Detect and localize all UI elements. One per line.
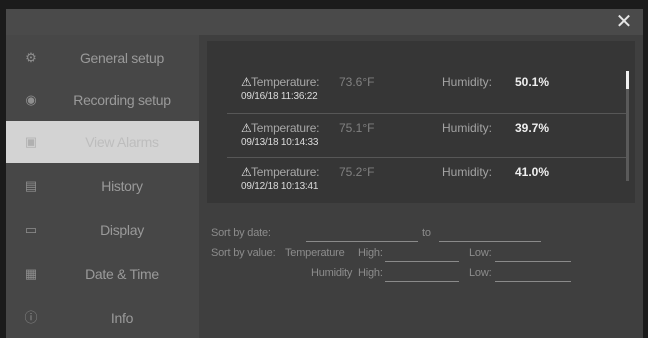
sidebar-item-general-setup[interactable]: ⚙ General setup (6, 39, 199, 77)
sidebar-item-info[interactable]: ⓘ Info (6, 299, 199, 337)
sidebar: ⚙ General setup ◉ Recording setup ▣ View… (6, 35, 199, 338)
sidebar-item-view-alarms[interactable]: ▣ View Alarms (6, 121, 199, 163)
humidity-value: 41.0% (515, 165, 550, 179)
humidity-filter-label: Humidity (311, 267, 353, 279)
divider (227, 157, 629, 158)
settings-window: ✕ ⚙ General setup ◉ Recording setup ▣ Vi… (6, 9, 643, 338)
sidebar-item-label: Date & Time (85, 266, 159, 282)
sidebar-item-date-time[interactable]: ▦ Date & Time (6, 255, 199, 293)
date-to-input[interactable] (439, 225, 541, 242)
temperature-high-label: High: (358, 247, 383, 259)
sort-by-value-label: Sort by value: (211, 247, 276, 259)
to-label: to (422, 227, 431, 239)
list-item[interactable]: ⚠ Temperature: 75.1°F Humidity: 39.7% 09… (207, 117, 617, 157)
sidebar-item-label: General setup (79, 50, 165, 66)
humidity-high-input[interactable] (385, 265, 459, 282)
humidity-label: Humidity: (442, 165, 493, 179)
sort-by-date-label: Sort by date: (211, 227, 271, 239)
temperature-low-input[interactable] (495, 245, 571, 262)
humidity-label: Humidity: (442, 121, 493, 135)
temperature-value: 75.1°F (339, 121, 375, 135)
list-item[interactable]: ⚠ Temperature: 75.2°F Humidity: 41.0% 09… (207, 161, 617, 201)
scroll-thumb[interactable] (626, 71, 629, 89)
gear-icon: ⚙ (25, 50, 37, 65)
sort-filters: Sort by date: to Sort by value: Temperat… (199, 221, 643, 311)
record-icon: ◉ (25, 92, 37, 107)
sidebar-item-label: Display (100, 222, 144, 238)
alarm-icon: ▣ (24, 134, 38, 149)
list-item[interactable]: ⚠ Temperature: 73.6°F Humidity: 50.1% 09… (207, 71, 617, 111)
temperature-label: Temperature: (251, 75, 320, 89)
temperature-value: 75.2°F (339, 165, 375, 179)
date-from-input[interactable] (306, 225, 418, 242)
scrollbar[interactable] (626, 71, 629, 181)
divider (227, 113, 629, 114)
record-timestamp: 09/16/18 11:36:22 (241, 91, 318, 102)
record-timestamp: 09/12/18 10:13:41 (241, 181, 319, 192)
sidebar-item-display[interactable]: ▭ Display (6, 211, 199, 249)
temperature-label: Temperature: (251, 121, 320, 135)
close-icon[interactable]: ✕ (613, 11, 635, 33)
sidebar-item-history[interactable]: ▤ History (6, 167, 199, 205)
humidity-value: 39.7% (515, 121, 550, 135)
monitor-icon: ▭ (24, 222, 38, 237)
sidebar-item-label: History (101, 178, 143, 194)
title-bar: ✕ (6, 9, 643, 35)
temperature-label: Temperature: (251, 165, 320, 179)
info-icon: ⓘ (24, 310, 38, 325)
sidebar-item-recording-setup[interactable]: ◉ Recording setup (6, 81, 199, 119)
temperature-value: 73.6°F (339, 75, 375, 89)
temperature-high-input[interactable] (385, 245, 459, 262)
humidity-value: 50.1% (515, 75, 550, 89)
humidity-low-input[interactable] (495, 265, 571, 282)
record-timestamp: 09/13/18 10:14:33 (241, 137, 319, 148)
humidity-high-label: High: (358, 267, 383, 279)
humidity-label: Humidity: (442, 75, 493, 89)
sidebar-item-label: Recording setup (73, 92, 171, 108)
sidebar-item-label: Info (110, 310, 134, 326)
alarm-record-list[interactable]: ⚠ Temperature: 73.6°F Humidity: 50.1% 09… (207, 41, 635, 203)
temperature-filter-label: Temperature (285, 247, 345, 259)
history-icon: ▤ (24, 178, 38, 193)
calendar-icon: ▦ (24, 266, 38, 281)
sidebar-item-label: View Alarms (85, 134, 159, 150)
main-panel: ⚠ Temperature: 73.6°F Humidity: 50.1% 09… (199, 35, 643, 338)
humidity-low-label: Low: (469, 267, 492, 279)
temperature-low-label: Low: (469, 247, 492, 259)
